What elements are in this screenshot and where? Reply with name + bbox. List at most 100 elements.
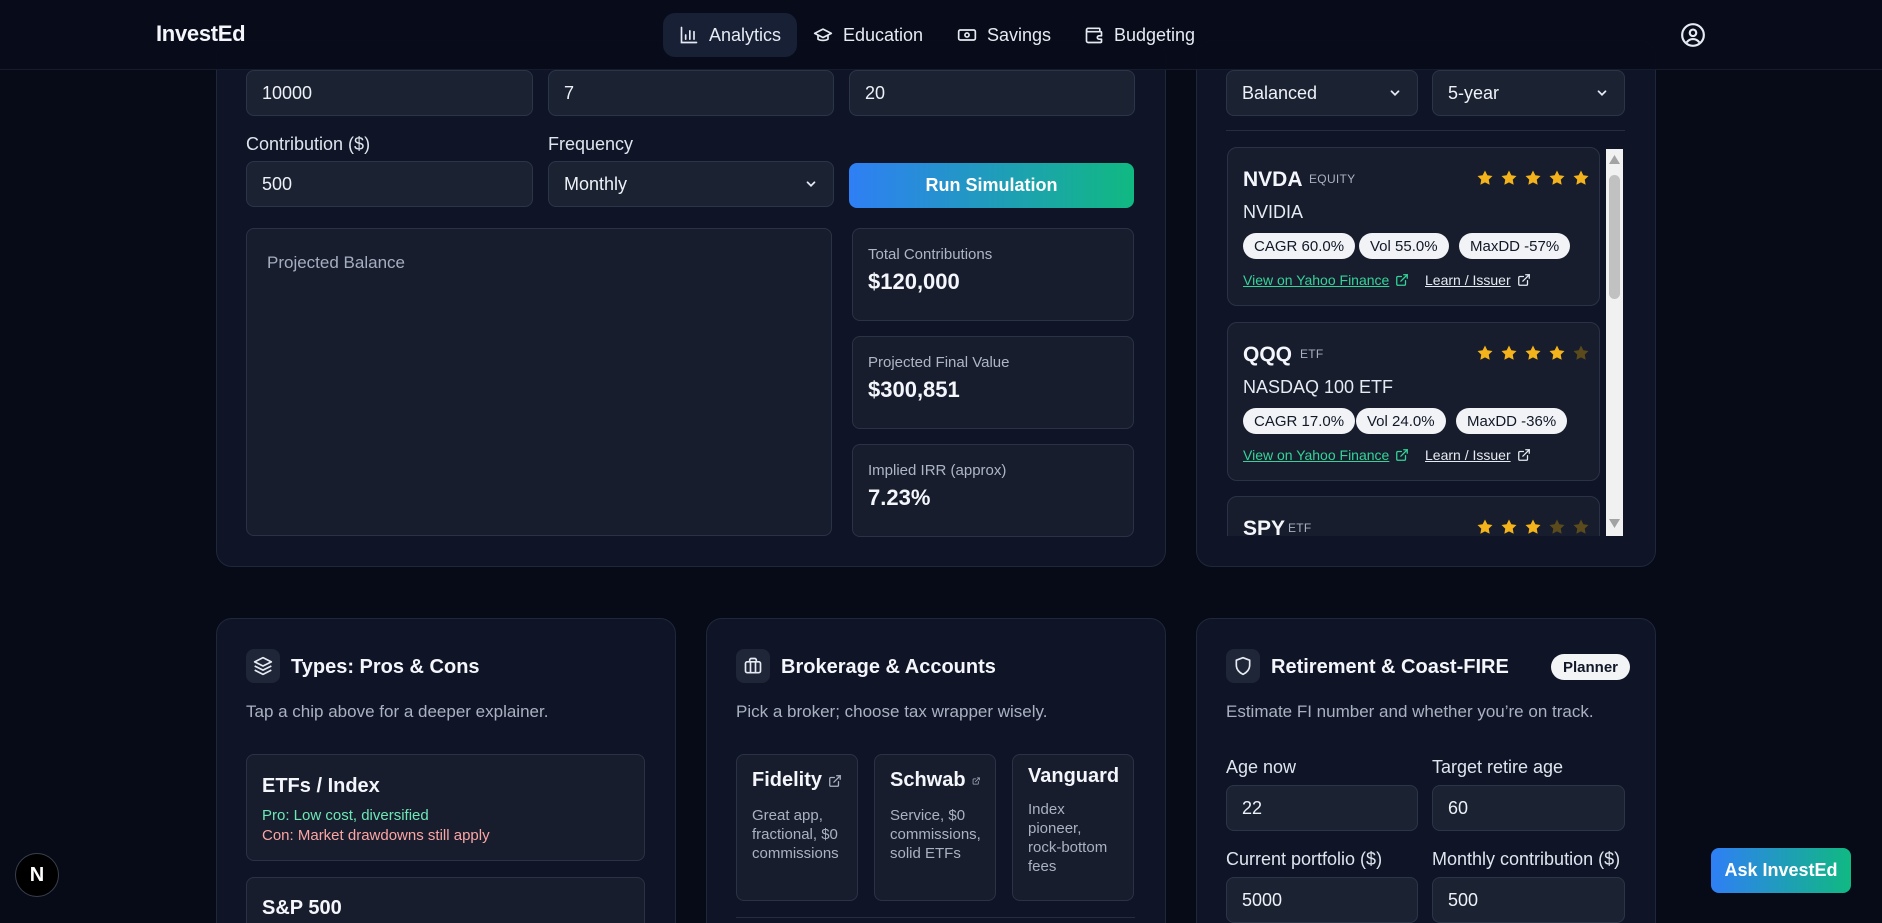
- nav-item-label: Savings: [987, 24, 1052, 45]
- ticker-symbol: NVDA: [1243, 168, 1303, 191]
- implied-irr-stat: Implied IRR (approx) 7.23%: [852, 444, 1134, 537]
- nav-item-savings[interactable]: Savings: [941, 13, 1067, 57]
- broker-name: Vanguard: [1028, 765, 1120, 787]
- brokerage-card-subtitle: Pick a broker; choose tax wrapper wisely…: [736, 702, 1048, 721]
- retirement-card-subtitle: Estimate FI number and whether you’re on…: [1226, 702, 1594, 721]
- broker-schwab[interactable]: Schwab Service, $0 commissions, solid ET…: [874, 754, 996, 901]
- broker-fidelity[interactable]: Fidelity Great app, fractional, $0 commi…: [736, 754, 858, 901]
- broker-description: Index pioneer, rock-bottom fees: [1028, 801, 1108, 875]
- nav-item-label: Analytics: [709, 24, 782, 45]
- layers-icon: [253, 656, 273, 676]
- frequency-label: Frequency: [548, 134, 634, 154]
- chart-balance-line: [267, 428, 687, 430]
- star-filled-icon: [1525, 170, 1541, 185]
- current-portfolio-input[interactable]: 5000: [1226, 877, 1418, 923]
- broker-name: Fidelity: [752, 769, 823, 791]
- frequency-select[interactable]: Monthly: [548, 161, 834, 207]
- volatility-chip: Vol 55.0%: [1359, 233, 1449, 259]
- recommendation-item-nvda[interactable]: NVDA EQUITY NVIDIA CAGR 60.0% Vol 55.0% …: [1227, 147, 1600, 306]
- nav-item-label: Budgeting: [1114, 24, 1196, 45]
- nav-item-analytics[interactable]: Analytics: [663, 13, 798, 57]
- current-portfolio-label: Current portfolio ($): [1226, 849, 1383, 869]
- risk-profile-select[interactable]: Balanced: [1226, 70, 1418, 116]
- nav-item-budgeting[interactable]: Budgeting: [1068, 13, 1211, 57]
- broker-description: Great app, fractional, $0 commissions: [752, 807, 839, 862]
- initial-amount-input[interactable]: 10000: [246, 70, 533, 116]
- scroll-down-arrow-icon[interactable]: [1609, 519, 1620, 528]
- nextjs-dev-badge[interactable]: N: [15, 853, 59, 897]
- scroll-up-arrow-icon[interactable]: [1609, 155, 1620, 164]
- types-card-title: Types: Pros & Cons: [291, 656, 480, 678]
- star-empty-icon: [1573, 519, 1589, 534]
- monthly-contribution-label: Monthly contribution ($): [1432, 849, 1621, 869]
- cagr-chip: CAGR 60.0%: [1243, 233, 1356, 259]
- brokerage-card-title: Brokerage & Accounts: [781, 656, 996, 678]
- stat-label: Projected Final Value: [868, 354, 1010, 371]
- recommendation-list[interactable]: NVDA EQUITY NVIDIA CAGR 60.0% Vol 55.0% …: [1227, 147, 1605, 536]
- briefcase-icon: [744, 657, 762, 674]
- monthly-contribution-input[interactable]: 500: [1432, 877, 1625, 923]
- age-now-label: Age now: [1226, 757, 1297, 777]
- broker-name-row: Fidelity: [752, 769, 842, 792]
- learn-issuer-link[interactable]: Learn / Issuer: [1425, 447, 1531, 463]
- projected-final-value-stat: Projected Final Value $300,851: [852, 336, 1134, 429]
- brand-logo[interactable]: InvestEd: [156, 21, 246, 47]
- frequency-select-value: Monthly: [564, 173, 628, 194]
- rating-stars: [1476, 518, 1590, 536]
- total-contributions-stat: Total Contributions $120,000: [852, 228, 1134, 321]
- annual-return-input[interactable]: 7: [548, 70, 834, 116]
- rating-stars: [1476, 344, 1590, 362]
- target-retire-age-input[interactable]: 60: [1432, 785, 1625, 831]
- link-label: Learn / Issuer: [1425, 447, 1511, 463]
- external-link-icon: [1517, 449, 1530, 461]
- ticker-symbol: SPY: [1243, 517, 1286, 536]
- contribution-input[interactable]: 500: [246, 161, 533, 207]
- target-retire-age-label: Target retire age: [1432, 757, 1564, 777]
- chevron-down-icon: [1390, 90, 1400, 96]
- ask-invested-button[interactable]: Ask InvestEd: [1711, 848, 1851, 893]
- horizon-select[interactable]: 5-year: [1432, 70, 1625, 116]
- yahoo-finance-link[interactable]: View on Yahoo Finance: [1243, 447, 1409, 463]
- ticker-name: NVIDIA: [1243, 202, 1304, 222]
- divider: [736, 917, 1135, 918]
- chevron-down-icon: [1597, 90, 1607, 96]
- chart-title: Projected Balance: [267, 253, 405, 272]
- nav-item-education[interactable]: Education: [797, 13, 939, 57]
- star-empty-icon: [1549, 519, 1565, 534]
- run-simulation-button[interactable]: Run Simulation: [849, 163, 1134, 208]
- cagr-chip: CAGR 17.0%: [1243, 408, 1356, 434]
- recommendation-item-qqq[interactable]: QQQ ETF NASDAQ 100 ETF CAGR 17.0% Vol 24…: [1227, 322, 1600, 481]
- max-drawdown-chip: MaxDD -36%: [1456, 408, 1568, 434]
- type-item-con: Con: Market drawdowns still apply: [262, 827, 490, 844]
- type-item-sp500[interactable]: S&P 500: [246, 877, 645, 923]
- scrollbar-thumb[interactable]: [1609, 175, 1620, 299]
- type-item-etfs-index[interactable]: ETFs / Index Pro: Low cost, diversified …: [246, 754, 645, 861]
- star-filled-icon: [1501, 519, 1517, 534]
- banknote-icon: [957, 29, 977, 41]
- risk-profile-value: Balanced: [1242, 82, 1318, 103]
- user-circle-icon[interactable]: [1680, 22, 1706, 48]
- chevron-down-icon: [806, 181, 816, 187]
- link-label: Learn / Issuer: [1425, 272, 1511, 288]
- stat-value: $120,000: [868, 269, 960, 294]
- recommendation-scrollbar[interactable]: [1606, 149, 1623, 536]
- star-filled-icon: [1525, 519, 1541, 534]
- ticker-type: EQUITY: [1309, 172, 1356, 186]
- max-drawdown-chip: MaxDD -57%: [1459, 233, 1571, 259]
- broker-vanguard[interactable]: Vanguard Index pioneer, rock-bottom fees: [1012, 754, 1134, 901]
- years-input[interactable]: 20: [849, 70, 1135, 116]
- learn-issuer-link[interactable]: Learn / Issuer: [1425, 272, 1531, 288]
- external-link-icon: [1517, 274, 1530, 286]
- bar-chart-icon: [680, 26, 698, 44]
- link-label: View on Yahoo Finance: [1243, 272, 1390, 288]
- age-now-input[interactable]: 22: [1226, 785, 1418, 831]
- yahoo-finance-link[interactable]: View on Yahoo Finance: [1243, 272, 1409, 288]
- broker-description: Service, $0 commissions, solid ETFs: [890, 807, 981, 862]
- ticker-name: NASDAQ 100 ETF: [1243, 377, 1394, 397]
- section-icon-box: [736, 649, 770, 683]
- recommendation-item-spy[interactable]: SPY ETF: [1227, 496, 1600, 536]
- star-filled-icon: [1477, 170, 1493, 185]
- types-card-subtitle: Tap a chip above for a deeper explainer.: [246, 702, 549, 721]
- wallet-icon: [1085, 27, 1103, 44]
- external-link-icon: [1396, 274, 1409, 286]
